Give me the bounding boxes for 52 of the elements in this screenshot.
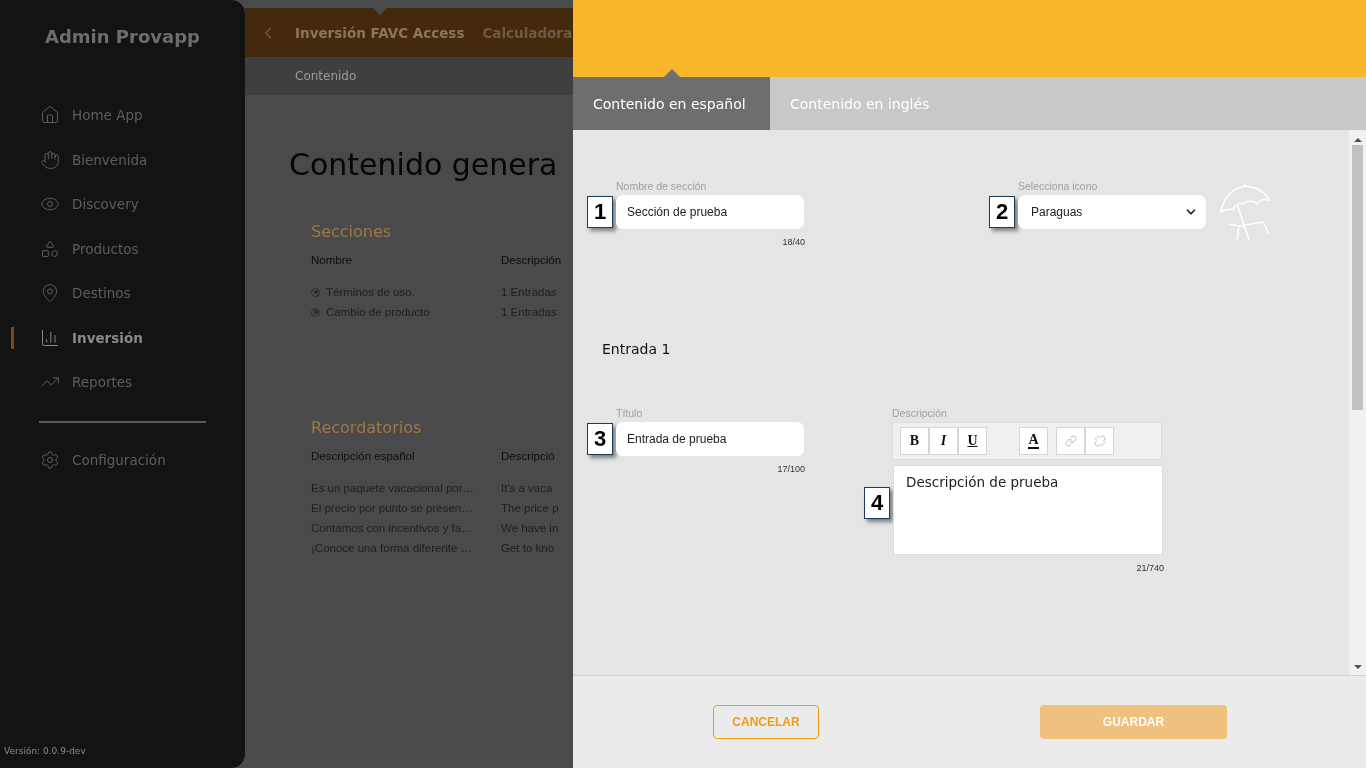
underline-button[interactable]: U bbox=[958, 427, 987, 455]
character-counter: 17/100 bbox=[777, 464, 805, 474]
text-field[interactable]: Sección de prueba bbox=[616, 195, 804, 229]
text-field[interactable]: Entrada de prueba bbox=[616, 422, 804, 456]
number-marker: 4 bbox=[864, 487, 890, 519]
sidebar-item[interactable]: Inversión bbox=[0, 315, 245, 360]
number-marker: 2 bbox=[989, 196, 1015, 228]
home-icon bbox=[40, 105, 60, 126]
character-counter: 21/740 bbox=[1136, 563, 1164, 573]
column-header: Descripción bbox=[501, 254, 563, 266]
shapes-icon bbox=[40, 238, 60, 259]
field-label: Descripción bbox=[892, 407, 948, 419]
cancel-button[interactable]: CANCELAR bbox=[713, 705, 819, 739]
language-tab[interactable]: Contenido en español bbox=[573, 77, 770, 130]
sidebar-item[interactable]: Configuración bbox=[0, 437, 245, 482]
column-header: Nombre bbox=[311, 254, 353, 266]
text-color-button[interactable]: A bbox=[1019, 427, 1048, 455]
top-tab[interactable]: Calculadora bbox=[482, 25, 573, 41]
field-label: Selecciona icono bbox=[1018, 180, 1099, 192]
link-icon bbox=[1064, 435, 1077, 447]
sidebar-item[interactable]: Home App bbox=[0, 93, 245, 138]
top-tab[interactable]: Inversión FAVC Access bbox=[295, 25, 465, 41]
active-indicator bbox=[11, 326, 14, 349]
sidebar-item[interactable]: Bienvenida bbox=[0, 137, 245, 182]
sidebar-item[interactable]: Discovery bbox=[0, 182, 245, 227]
sidebar-item[interactable]: Destinos bbox=[0, 271, 245, 316]
version-text: Versión: 0.0.9-dev bbox=[3, 746, 87, 756]
hand-icon bbox=[40, 149, 60, 170]
entry-heading: Entrada 1 bbox=[602, 341, 672, 357]
map-pin-icon bbox=[40, 283, 60, 304]
breadcrumb: Contenido bbox=[245, 57, 573, 95]
unlink-icon bbox=[1093, 435, 1106, 447]
page-title: Contenido genera bbox=[289, 147, 559, 182]
column-header: Descripció bbox=[501, 450, 556, 462]
section-heading: Secciones bbox=[289, 222, 573, 242]
number-marker: 3 bbox=[587, 423, 613, 455]
column-header: Descripción español bbox=[311, 450, 416, 462]
field-label: Nombre de sección bbox=[616, 180, 708, 192]
sidebar-item[interactable]: Reportes bbox=[0, 360, 245, 405]
scrollbar[interactable] bbox=[1349, 130, 1366, 675]
bar-chart-icon bbox=[40, 327, 60, 348]
section-heading: Recordatorios bbox=[289, 418, 573, 438]
number-marker: 1 bbox=[587, 196, 613, 228]
bold-button[interactable]: B bbox=[900, 427, 929, 455]
italic-button[interactable]: I bbox=[929, 427, 958, 455]
icon-dropdown[interactable]: Paraguas bbox=[1018, 195, 1206, 229]
rich-text-editor[interactable]: Descripción de prueba bbox=[893, 465, 1163, 555]
sidebar-item[interactable]: Productos bbox=[0, 226, 245, 271]
character-counter: 18/40 bbox=[782, 237, 805, 247]
app-title: Admin Provapp bbox=[44, 26, 201, 47]
field-label: Título bbox=[616, 407, 644, 419]
settings-icon bbox=[40, 449, 60, 470]
